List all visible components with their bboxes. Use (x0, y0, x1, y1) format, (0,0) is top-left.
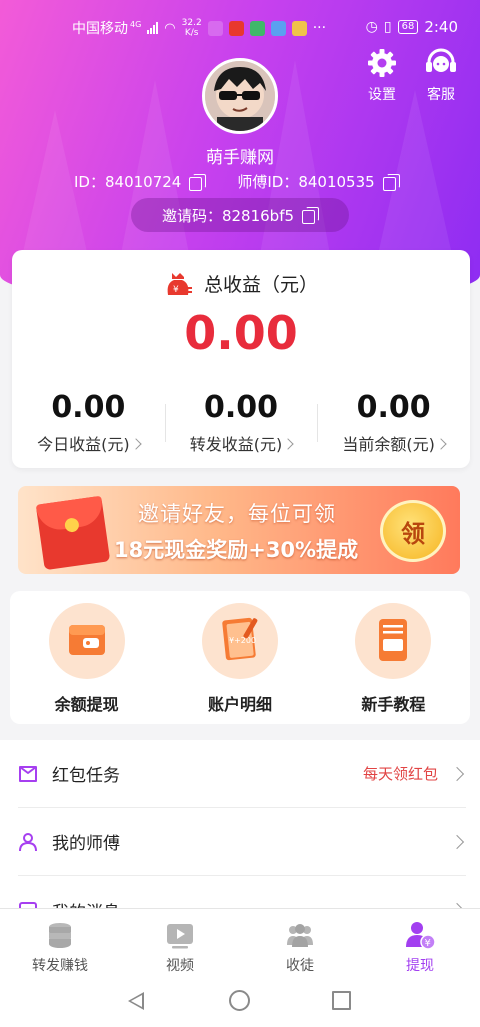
today-earnings-label: 今日收益(元) (37, 435, 130, 454)
list-item-label: 红包任务 (52, 766, 120, 786)
customer-service-button[interactable]: 客服 (416, 48, 466, 104)
withdraw-balance-label: 余额提现 (54, 695, 119, 714)
headset-icon (426, 48, 456, 72)
earnings-card: ¥ 总收益（元） 0.00 0.00 今日收益(元) 0.00 转发收益(元) … (12, 250, 470, 468)
recent-apps-icon[interactable] (332, 991, 351, 1010)
tab-video[interactable]: 视频 (120, 909, 240, 980)
app-notification-icon (228, 20, 244, 36)
gear-icon (368, 49, 396, 77)
signal-icon (147, 22, 159, 34)
svg-text:¥: ¥ (425, 938, 431, 949)
menu-list: 红包任务 每天领红包 我的师傅 我的消息 (0, 740, 480, 910)
claim-button[interactable]: 领 (380, 500, 446, 562)
list-item-red-envelope-task[interactable]: 红包任务 每天领红包 (18, 740, 466, 808)
bottom-tab-bar: 转发赚钱 视频 收徒 ¥ 提现 (0, 908, 480, 980)
list-item-my-master[interactable]: 我的师傅 (18, 808, 466, 876)
apprentice-icon (287, 924, 313, 947)
avatar[interactable] (202, 58, 278, 134)
banner-line2: 18元现金奖励+30%提成 (114, 538, 359, 562)
app-notification-icon (270, 20, 286, 36)
status-time: 2:40 (424, 18, 458, 36)
earnings-title-row: ¥ 总收益（元） (12, 270, 470, 297)
earnings-title: 总收益（元） (203, 274, 318, 296)
today-earnings-value: 0.00 (51, 390, 126, 425)
user-ids: ID：84010724 师傅ID：84010535 (74, 171, 400, 192)
red-envelope-icon (35, 495, 111, 571)
tab-apprentice[interactable]: 收徒 (240, 909, 360, 980)
list-item-label: 我的师傅 (52, 834, 120, 854)
current-balance-label: 当前余额(元) (342, 435, 435, 454)
app-notification-icon (249, 20, 265, 36)
network-speed: 32.2 K/s (181, 18, 202, 38)
daily-red-envelope-hint: 每天领红包 (362, 765, 438, 783)
withdraw-icon: ¥ (406, 922, 436, 950)
tab-forward-earn[interactable]: 转发赚钱 (0, 909, 120, 980)
chevron-right-icon (282, 438, 294, 450)
service-label: 客服 (427, 87, 455, 103)
list-item-my-messages[interactable]: 我的消息 (18, 876, 466, 910)
status-bar: 中国移动 4G ◠ 32.2 K/s ··· ◷ ▯ 68 2:40 (0, 14, 480, 42)
account-details-button[interactable]: ¥+200 账户明细 (163, 591, 316, 724)
chevron-right-icon (129, 438, 142, 450)
current-balance[interactable]: 0.00 当前余额(元) (317, 390, 470, 455)
ledger-icon-text: ¥+200 (229, 636, 256, 645)
invite-banner[interactable]: 邀请好友，每位可领 18元现金奖励+30%提成 领 (18, 486, 460, 574)
invite-code-text: 邀请码：82816bf5 (161, 206, 295, 225)
system-navigation-bar (0, 980, 480, 1027)
avatar-image (205, 61, 275, 131)
copy-id-icon[interactable] (189, 173, 207, 191)
coins-icon (49, 923, 71, 948)
money-bag-icon: ¥ (167, 272, 192, 295)
current-balance-value: 0.00 (356, 390, 431, 425)
tutorial-icon (355, 603, 432, 679)
quick-actions-card: 余额提现 ¥+200 账户明细 新手教程 (10, 591, 470, 724)
more-dots-icon: ··· (312, 20, 327, 36)
copy-invite-icon[interactable] (302, 207, 320, 224)
chevron-right-icon (435, 438, 447, 450)
task-icon (19, 765, 37, 782)
forward-earnings-value: 0.00 (203, 390, 279, 425)
settings-label: 设置 (368, 87, 396, 103)
forward-earnings-label: 转发收益(元) (189, 435, 283, 454)
tab-label: 提现 (406, 958, 434, 974)
forward-earnings[interactable]: 0.00 转发收益(元) (164, 390, 318, 455)
wifi-icon: ◠ (164, 20, 176, 36)
banner-line1: 邀请好友，每位可领 (138, 502, 336, 526)
total-earnings-value: 0.00 (184, 306, 298, 360)
account-details-label: 账户明细 (207, 695, 272, 714)
app-notification-icon (291, 20, 307, 36)
wallet-icon (48, 603, 125, 679)
app-notification-icon (207, 20, 223, 36)
user-nickname: 萌手赚网 (206, 148, 274, 168)
chevron-right-icon (449, 766, 465, 781)
copy-master-id-icon[interactable] (382, 173, 400, 191)
withdraw-balance-button[interactable]: 余额提现 (10, 591, 163, 724)
tutorial-label: 新手教程 (361, 695, 426, 714)
tutorial-button[interactable]: 新手教程 (317, 591, 470, 724)
battery-icon: 68 (397, 20, 419, 34)
id-label: ID：84010724 (74, 173, 182, 191)
carrier-label: 中国移动 (72, 21, 128, 37)
tab-withdraw[interactable]: ¥ 提现 (360, 909, 480, 980)
tab-label: 视频 (166, 958, 194, 974)
ledger-icon: ¥+200 (201, 603, 278, 679)
tab-label: 转发赚钱 (32, 958, 88, 974)
tab-label: 收徒 (286, 958, 314, 974)
network-label: 4G (130, 19, 142, 29)
vibrate-icon: ▯ (383, 19, 392, 35)
home-icon[interactable] (229, 990, 250, 1011)
person-icon (19, 832, 37, 851)
back-icon[interactable] (128, 992, 144, 1010)
chevron-right-icon (449, 834, 465, 849)
invite-code-pill[interactable]: 邀请码：82816bf5 (131, 198, 349, 232)
svg-text:¥: ¥ (173, 285, 179, 295)
master-id-label: 师傅ID：84010535 (237, 173, 375, 191)
alarm-icon: ◷ (365, 19, 378, 35)
settings-button[interactable]: 设置 (357, 48, 407, 104)
video-icon (167, 924, 193, 949)
today-earnings[interactable]: 0.00 今日收益(元) (12, 390, 165, 455)
